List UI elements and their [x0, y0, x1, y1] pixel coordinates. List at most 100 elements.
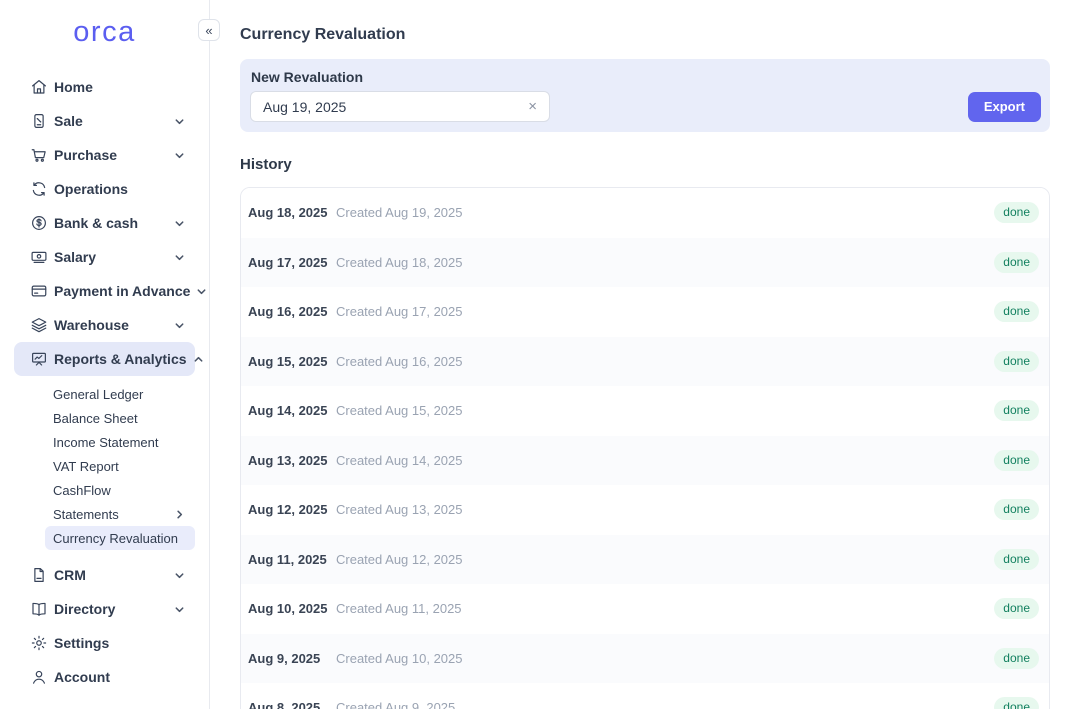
sidebar-item-warehouse[interactable]: Warehouse — [14, 308, 195, 342]
clear-date-icon[interactable]: × — [528, 99, 537, 114]
revaluation-date: Aug 9, 2025 — [248, 651, 336, 666]
revaluation-date: Aug 8, 2025 — [248, 700, 336, 709]
sidebar-item-bank-cash[interactable]: Bank & cash — [14, 206, 195, 240]
sidebar-subitem-cashflow[interactable]: CashFlow — [45, 478, 195, 502]
status-badge: done — [994, 400, 1039, 421]
history-heading: History — [240, 156, 1050, 173]
sidebar-item-label: Reports & Analytics — [54, 351, 187, 367]
sidebar-subitem-vat-report[interactable]: VAT Report — [45, 454, 195, 478]
history-row[interactable]: Aug 11, 2025 Created Aug 12, 2025 done — [241, 535, 1049, 585]
sidebar-item-payment-in-advance[interactable]: Payment in Advance — [14, 274, 195, 308]
sidebar-item-salary[interactable]: Salary — [14, 240, 195, 274]
sidebar-collapse-button[interactable]: « — [198, 19, 220, 41]
sidebar-subitem-statements[interactable]: Statements — [45, 502, 195, 526]
sidebar-item-label: Settings — [54, 635, 185, 651]
sidebar-item-crm[interactable]: CRM — [14, 558, 195, 592]
sidebar-item-label: Directory — [54, 601, 168, 617]
status-badge: done — [994, 697, 1039, 709]
new-revaluation-panel: New Revaluation Aug 19, 2025 × Export — [240, 59, 1050, 132]
home-icon — [30, 78, 48, 96]
status-badge: done — [994, 549, 1039, 570]
sidebar-item-directory[interactable]: Directory — [14, 592, 195, 626]
created-date: Created Aug 13, 2025 — [336, 502, 463, 517]
sidebar-item-label: Salary — [54, 249, 168, 265]
chevron-down-icon — [174, 252, 185, 263]
reports-icon — [30, 350, 48, 368]
sidebar-submenu: General Ledger Balance Sheet Income Stat… — [0, 376, 209, 558]
salary-icon — [30, 248, 48, 266]
sale-icon — [30, 112, 48, 130]
sidebar-subitem-label: Balance Sheet — [53, 411, 138, 426]
sidebar-item-reports-analytics[interactable]: Reports & Analytics — [14, 342, 195, 376]
history-row[interactable]: Aug 15, 2025 Created Aug 16, 2025 done — [241, 337, 1049, 387]
status-badge: done — [994, 598, 1039, 619]
revaluation-date: Aug 14, 2025 — [248, 403, 336, 418]
sidebar-item-home[interactable]: Home — [14, 70, 195, 104]
sidebar-nav: Home Sale Purchase Operations Bank & cas… — [0, 70, 209, 694]
revaluation-date: Aug 18, 2025 — [248, 205, 336, 220]
history-row[interactable]: Aug 10, 2025 Created Aug 11, 2025 done — [241, 584, 1049, 634]
revaluation-date: Aug 12, 2025 — [248, 502, 336, 517]
chevron-down-icon — [174, 320, 185, 331]
sidebar-subitem-balance-sheet[interactable]: Balance Sheet — [45, 406, 195, 430]
new-revaluation-label: New Revaluation — [251, 69, 1041, 85]
created-date: Created Aug 12, 2025 — [336, 552, 463, 567]
status-badge: done — [994, 301, 1039, 322]
created-date: Created Aug 18, 2025 — [336, 255, 463, 270]
app-window: orca « Home Sale Purchase Operations Ban… — [0, 0, 1080, 709]
sidebar-item-label: Sale — [54, 113, 168, 129]
chevron-down-icon — [174, 570, 185, 581]
chevron-down-icon — [174, 116, 185, 127]
sidebar: orca « Home Sale Purchase Operations Ban… — [0, 0, 210, 709]
created-date: Created Aug 19, 2025 — [336, 205, 463, 220]
operations-icon — [30, 180, 48, 198]
crm-icon — [30, 566, 48, 584]
chevron-down-icon — [174, 604, 185, 615]
sidebar-item-settings[interactable]: Settings — [14, 626, 195, 660]
sidebar-item-operations[interactable]: Operations — [14, 172, 195, 206]
status-badge: done — [994, 499, 1039, 520]
revaluation-date: Aug 13, 2025 — [248, 453, 336, 468]
app-logo: orca — [0, 18, 209, 47]
revaluation-date: Aug 15, 2025 — [248, 354, 336, 369]
sidebar-subitem-label: General Ledger — [53, 387, 143, 402]
payment-icon — [30, 282, 48, 300]
chevron-down-icon — [196, 286, 207, 297]
export-button[interactable]: Export — [968, 92, 1041, 122]
sidebar-subitem-currency-revaluation[interactable]: Currency Revaluation — [45, 526, 195, 550]
sidebar-item-sale[interactable]: Sale — [14, 104, 195, 138]
created-date: Created Aug 15, 2025 — [336, 403, 463, 418]
chevron-down-icon — [174, 150, 185, 161]
sidebar-item-purchase[interactable]: Purchase — [14, 138, 195, 172]
created-date: Created Aug 14, 2025 — [336, 453, 463, 468]
history-row[interactable]: Aug 17, 2025 Created Aug 18, 2025 done — [241, 238, 1049, 288]
revaluation-date: Aug 16, 2025 — [248, 304, 336, 319]
created-date: Created Aug 16, 2025 — [336, 354, 463, 369]
status-badge: done — [994, 450, 1039, 471]
history-row[interactable]: Aug 14, 2025 Created Aug 15, 2025 done — [241, 386, 1049, 436]
history-row[interactable]: Aug 18, 2025 Created Aug 19, 2025 done — [241, 188, 1049, 238]
status-badge: done — [994, 252, 1039, 273]
created-date: Created Aug 17, 2025 — [336, 304, 463, 319]
sidebar-item-account[interactable]: Account — [14, 660, 195, 694]
history-row[interactable]: Aug 8, 2025 Created Aug 9, 2025 done — [241, 683, 1049, 709]
new-revaluation-controls: Aug 19, 2025 × Export — [250, 91, 1041, 122]
history-row[interactable]: Aug 16, 2025 Created Aug 17, 2025 done — [241, 287, 1049, 337]
revaluation-date-input[interactable]: Aug 19, 2025 × — [250, 91, 550, 122]
history-list: Aug 18, 2025 Created Aug 19, 2025 done A… — [240, 187, 1050, 709]
status-badge: done — [994, 351, 1039, 372]
sidebar-item-label: Payment in Advance — [54, 283, 190, 299]
sidebar-item-label: Purchase — [54, 147, 168, 163]
sidebar-item-label: Bank & cash — [54, 215, 168, 231]
sidebar-subitem-income-statement[interactable]: Income Statement — [45, 430, 195, 454]
sidebar-item-label: Warehouse — [54, 317, 168, 333]
history-row[interactable]: Aug 9, 2025 Created Aug 10, 2025 done — [241, 634, 1049, 684]
main-content: Currency Revaluation New Revaluation Aug… — [210, 0, 1080, 709]
sidebar-subitem-label: Currency Revaluation — [53, 531, 178, 546]
history-row[interactable]: Aug 12, 2025 Created Aug 13, 2025 done — [241, 485, 1049, 535]
sidebar-subitem-general-ledger[interactable]: General Ledger — [45, 382, 195, 406]
cart-icon — [30, 146, 48, 164]
sidebar-item-label: CRM — [54, 567, 168, 583]
history-row[interactable]: Aug 13, 2025 Created Aug 14, 2025 done — [241, 436, 1049, 486]
settings-icon — [30, 634, 48, 652]
